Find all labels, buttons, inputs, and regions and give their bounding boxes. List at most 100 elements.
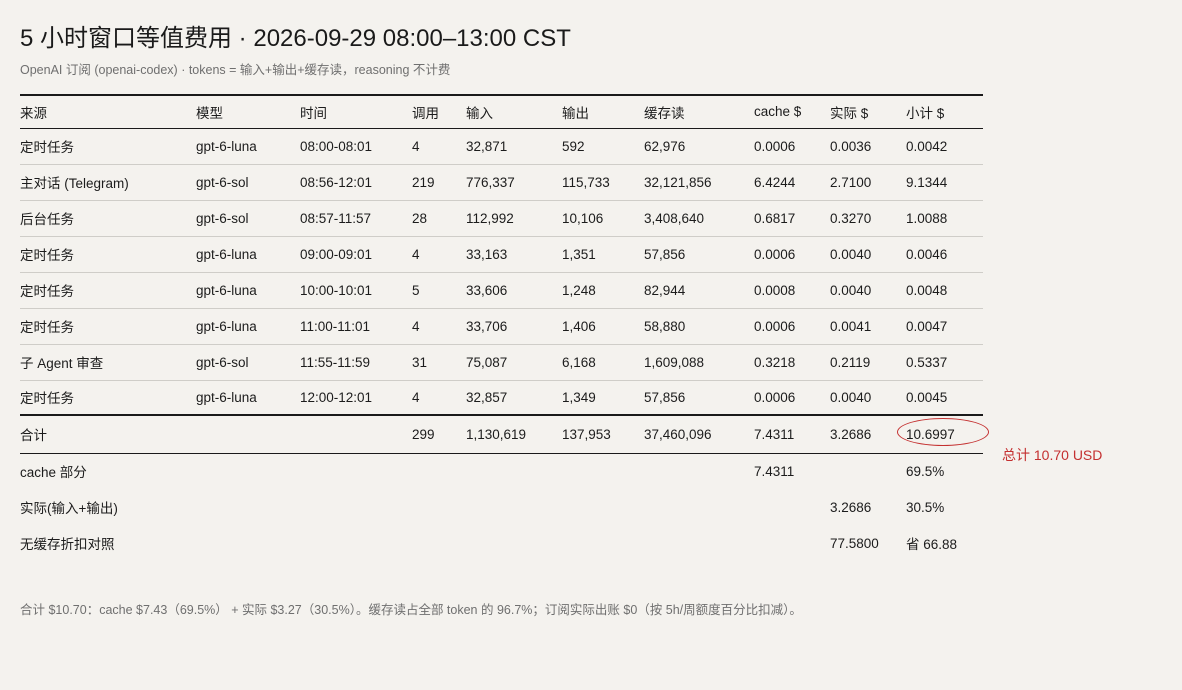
cell-input: 112,992 [466,210,514,226]
column-header-calls: 调用 [412,105,439,121]
cell-actual-usd: 0.3270 [830,210,872,226]
column-header-time: 时间 [300,105,327,121]
cell-actual-usd: 0.0036 [830,138,872,154]
cell-output: 10,106 [562,210,604,226]
cell-source: 后台任务 [20,212,74,227]
cell-input: 776,337 [466,174,515,190]
table-row: 后台任务 gpt-6-sol 08:57-11:57 28 112,992 10,106 3… [20,200,983,236]
cell-subtotal-usd: 0.0046 [906,246,948,262]
cell-cache-read: 32,121,856 [644,174,712,190]
cell-input: 32,857 [466,389,508,405]
cell-cache-usd: 0.3218 [754,354,796,370]
breakdown-empty-cell [412,453,466,489]
cell-calls: 4 [412,138,420,154]
breakdown-empty-cell [300,525,412,561]
table-row: 子 Agent 审查 gpt-6-sol 11:55-11:59 31 75,087 6,… [20,344,983,380]
cell-calls: 31 [412,354,428,370]
breakdown-cache-usd [754,489,830,525]
cell-cache-read: 1,609,088 [644,354,705,370]
cell-input: 33,163 [466,246,508,262]
cell-model: gpt-6-luna [196,246,257,262]
breakdown-subtotal: 30.5% [906,499,945,515]
breakdown-empty-cell [466,489,562,525]
total-annotation: 总计 10.70 USD [1002,447,1103,463]
cell-cache-usd: 0.0006 [754,318,796,334]
cell-calls: 5 [412,282,420,298]
total-actual-usd: 3.2686 [830,426,872,442]
breakdown-row: cache 部分 7.4311 69.5% [20,453,983,489]
column-header-input: 输入 [466,105,493,121]
breakdown-empty-cell [300,453,412,489]
cell-output: 592 [562,138,585,154]
cell-output: 1,406 [562,318,596,334]
cell-output: 115,733 [562,174,610,190]
breakdown-empty-cell [466,525,562,561]
cell-model: gpt-6-sol [196,354,249,370]
cell-output: 1,349 [562,389,596,405]
breakdown-empty-cell [562,525,644,561]
cell-model: gpt-6-luna [196,318,257,334]
cell-subtotal-usd: 1.0088 [906,210,948,226]
cell-actual-usd: 0.0040 [830,282,872,298]
cell-source: 定时任务 [20,284,74,299]
table-row: 定时任务 gpt-6-luna 08:00-08:01 4 32,871 592 62,97… [20,128,983,164]
column-header-cache-read: 缓存读 [644,105,685,121]
cell-actual-usd: 2.7100 [830,174,872,190]
cell-calls: 4 [412,389,420,405]
total-subtotal-usd: 10.6997 [906,426,955,442]
breakdown-label: 无缓存折扣对照 [20,537,115,552]
total-model-cell [196,415,300,453]
column-header-subtotal-usd: 小计 $ [906,105,945,121]
cell-time: 08:57-11:57 [300,210,372,226]
breakdown-label: cache 部分 [20,465,87,481]
footnote: 合计 $10.70：cache $7.43（69.5%） + 实际 $3.27（… [20,603,802,617]
table-row: 主对话 (Telegram) gpt-6-sol 08:56-12:01 219 776… [20,164,983,200]
cell-actual-usd: 0.0041 [830,318,872,334]
cell-cache-usd: 0.0006 [754,138,796,154]
cell-input: 33,706 [466,318,508,334]
table-row: 定时任务 gpt-6-luna 10:00-10:01 5 33,606 1,248 82,… [20,272,983,308]
cell-actual-usd: 0.0040 [830,246,872,262]
cell-source: 定时任务 [20,320,74,335]
cell-model: gpt-6-sol [196,210,249,226]
cell-model: gpt-6-luna [196,389,257,405]
table-row: 定时任务 gpt-6-luna 09:00-09:01 4 33,163 1,351 57,… [20,236,983,272]
breakdown-row: 无缓存折扣对照 77.5800 省 66.88 [20,525,983,561]
total-output: 137,953 [562,426,611,442]
table-header-row: 来源 模型 时间 调用 输入 输出 缓存读 cache $ 实际 $ 小计 $ [20,95,983,128]
cell-input: 75,087 [466,354,508,370]
cell-actual-usd: 0.2119 [830,354,871,370]
table-row: 定时任务 gpt-6-luna 12:00-12:01 4 32,857 1,349 57,… [20,380,983,415]
breakdown-empty-cell [644,489,754,525]
total-input: 1,130,619 [466,426,527,442]
total-time-cell [300,415,412,453]
cell-output: 1,248 [562,282,596,298]
cell-cache-usd: 0.6817 [754,210,796,226]
cell-cache-usd: 0.0006 [754,389,796,405]
cell-time: 09:00-09:01 [300,246,373,262]
cell-source: 定时任务 [20,248,74,263]
breakdown-cache-usd: 7.4311 [754,463,795,479]
breakdown-body: cache 部分 7.4311 69.5% 实际(输入+输出) 3.2686 30.5% 无… [20,453,983,561]
cell-subtotal-usd: 0.0045 [906,389,948,405]
cell-subtotal-usd: 0.0042 [906,138,948,154]
total-cache-read: 37,460,096 [644,426,712,442]
total-label: 合计 [20,428,47,444]
table-body: 定时任务 gpt-6-luna 08:00-08:01 4 32,871 592 62,97… [20,128,983,415]
breakdown-empty-cell [300,489,412,525]
cell-model: gpt-6-luna [196,138,257,154]
cell-cache-read: 57,856 [644,389,686,405]
cell-time: 08:00-08:01 [300,138,373,154]
breakdown-subtotal: 69.5% [906,463,945,479]
cell-time: 08:56-12:01 [300,174,373,190]
cost-report-page: 5 小时窗口等值费用 · 2026-09-29 08:00–13:00 CST … [0,0,1182,690]
breakdown-empty-cell [196,489,300,525]
cell-model: gpt-6-sol [196,174,249,190]
cell-actual-usd: 0.0040 [830,389,872,405]
cell-source: 子 Agent 审查 [20,356,104,371]
breakdown-empty-cell [412,525,466,561]
page-subtitle: OpenAI 订阅 (openai-codex) · tokens = 输入+输… [20,63,451,77]
total-calls: 299 [412,426,435,442]
breakdown-label: 实际(输入+输出) [20,501,118,516]
breakdown-empty-cell [196,525,300,561]
